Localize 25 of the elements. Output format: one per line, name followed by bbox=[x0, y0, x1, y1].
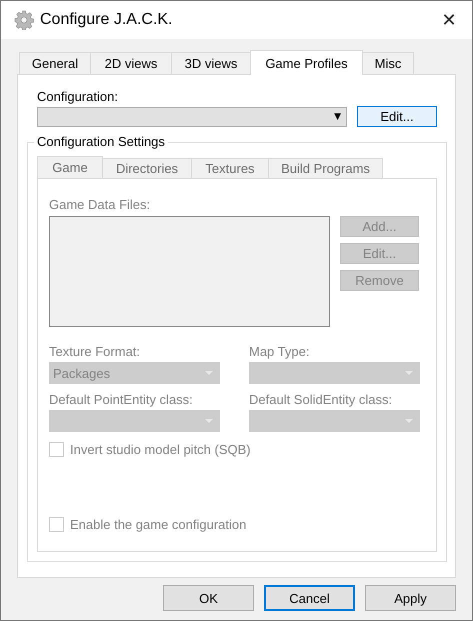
dropdown-label: Map Type: bbox=[249, 344, 310, 360]
checkbox-label: Invert studio model pitch (SQB) bbox=[70, 442, 251, 457]
dropdown-label: Default SolidEntity class: bbox=[249, 392, 394, 408]
window-title: Configure J.A.C.K. bbox=[40, 11, 174, 29]
game-data-files-label: Game Data Files: bbox=[49, 197, 152, 213]
tab[interactable]: Misc bbox=[362, 52, 414, 74]
gear-icon bbox=[14, 10, 34, 30]
dialog-button[interactable]: Cancel bbox=[264, 585, 355, 611]
dialog-button[interactable]: Apply bbox=[365, 585, 456, 611]
tab[interactable]: Build Programs bbox=[268, 158, 383, 178]
tab[interactable]: Game Profiles bbox=[250, 50, 363, 75]
tab[interactable]: Game bbox=[37, 156, 103, 178]
group-title: Configuration Settings bbox=[34, 134, 168, 150]
edit-button[interactable]: Edit... bbox=[357, 106, 437, 127]
tab[interactable]: General bbox=[19, 52, 91, 74]
tab[interactable]: Directories bbox=[102, 158, 192, 178]
dropdown-label: Texture Format: bbox=[49, 344, 142, 360]
close-button[interactable]: ✕ bbox=[426, 1, 472, 39]
configuration-dropdown[interactable]: ▼ bbox=[37, 106, 347, 126]
checkbox-label: Enable the game configuration bbox=[70, 517, 246, 532]
dialog-button[interactable]: OK bbox=[163, 585, 254, 611]
configuration-label: Configuration: bbox=[37, 89, 119, 105]
dropdown-label: Default PointEntity class: bbox=[49, 392, 194, 408]
tab[interactable]: Textures bbox=[191, 158, 269, 178]
file-list[interactable] bbox=[49, 216, 330, 327]
